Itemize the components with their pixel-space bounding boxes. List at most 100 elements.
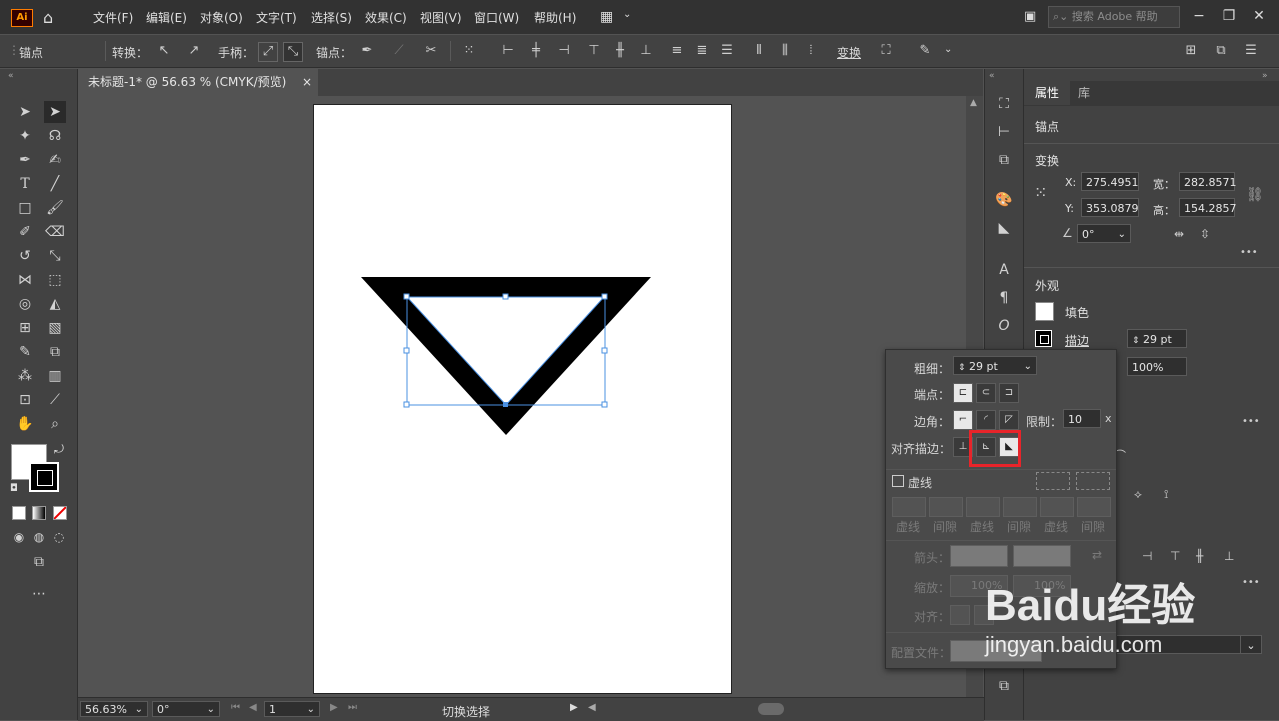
- rotate-view-field[interactable]: 0° ⌄: [152, 701, 220, 717]
- align-vcenter-icon[interactable]: ╫: [1196, 549, 1203, 563]
- highlight-box: [969, 430, 1021, 467]
- transform-panel-icon[interactable]: ⛶: [993, 93, 1015, 115]
- round-join-icon[interactable]: ◜: [976, 410, 996, 430]
- paragraph-panel-icon[interactable]: ¶: [993, 287, 1015, 309]
- chevron-down-icon[interactable]: ⌄: [307, 702, 315, 718]
- opentype-panel-icon[interactable]: O: [993, 315, 1015, 337]
- zoom-field[interactable]: 56.63% ⌄: [80, 701, 148, 717]
- next-page-icon[interactable]: ▶: [330, 702, 338, 713]
- rotate-field[interactable]: 0° ⌄: [1077, 224, 1131, 243]
- color-panel-icon[interactable]: 🎨: [993, 189, 1015, 211]
- stepper-icon[interactable]: ⇕: [958, 363, 966, 373]
- flip-horizontal-icon[interactable]: ⇹: [1174, 227, 1184, 241]
- weight-value: 29 pt: [969, 360, 998, 373]
- transform-section-title: 变换: [1035, 154, 1060, 168]
- handle-bottom-left: [403, 401, 410, 408]
- end-arrow-dropdown: [1013, 545, 1071, 567]
- handle-middle-right: [601, 347, 608, 354]
- gap-field: [929, 497, 963, 517]
- stroke-color-swatch[interactable]: [1035, 330, 1052, 347]
- cut-path-icon[interactable]: ⟟: [1164, 487, 1168, 502]
- butt-cap-icon[interactable]: ⊏: [953, 383, 973, 403]
- status-menu-icon[interactable]: ▶: [570, 702, 578, 713]
- x-label: X:: [1065, 176, 1077, 189]
- rotate-value: 0°: [1082, 228, 1095, 241]
- page-field[interactable]: 1 ⌄: [264, 701, 320, 717]
- watermark-brand: Baidu经验: [985, 581, 1196, 630]
- handle-top-center: [502, 293, 509, 300]
- x-field[interactable]: 275.4951: [1081, 172, 1139, 191]
- dash-align-icon[interactable]: [1076, 472, 1110, 490]
- stroke-weight-field[interactable]: ⇕ 29 pt: [1127, 329, 1187, 348]
- align-panel-icon[interactable]: ⊢: [993, 121, 1015, 143]
- height-field[interactable]: 154.2857: [1179, 198, 1237, 217]
- horizontal-scroll-thumb[interactable]: [758, 703, 784, 715]
- more-options-icon[interactable]: •••: [1242, 577, 1260, 588]
- more-options-icon[interactable]: •••: [1240, 247, 1258, 258]
- limit-unit: x: [1105, 412, 1112, 425]
- reference-point-icon[interactable]: ⁙: [1034, 183, 1047, 202]
- tab-properties[interactable]: 属性: [1024, 81, 1070, 105]
- divider: [886, 469, 1116, 470]
- fill-color-swatch[interactable]: [1035, 302, 1054, 321]
- y-field[interactable]: 353.0879: [1081, 198, 1139, 217]
- chevron-down-icon[interactable]: ⌄: [1024, 357, 1032, 376]
- swap-arrows-icon: ⇄: [1092, 548, 1103, 562]
- width-field[interactable]: 282.8571: [1179, 172, 1237, 191]
- weight-field[interactable]: ⇕ 29 pt ⌄: [953, 356, 1037, 375]
- more-options-icon[interactable]: •••: [1242, 416, 1260, 427]
- artboards-panel-icon[interactable]: ⧉: [993, 675, 1015, 697]
- appearance-section-title: 外观: [1035, 279, 1060, 293]
- gap-label: 间隙: [1007, 520, 1032, 534]
- collapse-icon[interactable]: «: [989, 71, 995, 81]
- scroll-left-icon[interactable]: ◀: [588, 702, 596, 713]
- gradient-panel-icon[interactable]: ◣: [993, 217, 1015, 239]
- scale-label: 缩放：: [914, 581, 951, 595]
- zoom-value: 56.63%: [85, 703, 127, 716]
- opacity-field[interactable]: 100%: [1127, 357, 1187, 376]
- tab-libraries[interactable]: 库: [1078, 81, 1090, 105]
- dash-field: [1040, 497, 1074, 517]
- handle-top-right: [601, 293, 608, 300]
- miter-join-icon[interactable]: ⌐: [953, 410, 973, 430]
- align-bottom-icon[interactable]: ⊥: [1224, 549, 1234, 563]
- limit-field[interactable]: 10: [1063, 409, 1101, 428]
- handle-bottom-right: [601, 401, 608, 408]
- limit-label: 限制：: [1026, 415, 1063, 429]
- first-page-icon[interactable]: ⏮: [231, 702, 240, 713]
- anchor-tool-icon[interactable]: ⟡: [1134, 487, 1142, 502]
- corner-label: 边角：: [914, 415, 951, 429]
- bevel-join-icon[interactable]: ◸: [999, 410, 1019, 430]
- profile-label: 配置文件：: [891, 646, 952, 660]
- flip-vertical-icon[interactable]: ⇳: [1200, 227, 1210, 241]
- chevron-down-icon[interactable]: ⌄: [1118, 225, 1126, 244]
- chevron-down-icon[interactable]: ⌄: [135, 702, 143, 718]
- pathfinder-icon[interactable]: ⧉: [993, 149, 1015, 171]
- dash-preserve-icon[interactable]: [1036, 472, 1070, 490]
- gap-field: [1077, 497, 1111, 517]
- prev-page-icon[interactable]: ◀: [249, 702, 257, 713]
- character-panel-icon[interactable]: A: [993, 259, 1015, 281]
- weight-label: 粗细：: [914, 362, 951, 376]
- stroke-link[interactable]: 描边: [1065, 332, 1089, 349]
- stroke-weight-value: 29 pt: [1143, 333, 1172, 346]
- arrow-align-label: 对齐：: [914, 610, 951, 624]
- rotate-view-value: 0°: [157, 703, 170, 716]
- y-label: Y:: [1065, 202, 1074, 215]
- align-top-icon[interactable]: ⊤: [1170, 549, 1180, 563]
- align-left-icon[interactable]: ⊣: [1142, 549, 1152, 563]
- chevron-down-icon[interactable]: ⌄: [1240, 635, 1262, 654]
- current-tool-label: 切换选择: [442, 705, 491, 719]
- anchor-point-selected[interactable]: [503, 402, 508, 407]
- chevron-down-icon[interactable]: ⌄: [207, 702, 215, 718]
- dash-label: 虚线: [896, 520, 921, 534]
- start-arrow-dropdown: [950, 545, 1008, 567]
- stepper-icon[interactable]: ⇕: [1132, 336, 1140, 346]
- dashed-checkbox[interactable]: [892, 475, 904, 487]
- last-page-icon[interactable]: ⏭: [348, 702, 357, 713]
- projecting-cap-icon[interactable]: ⊐: [999, 383, 1019, 403]
- constrain-link-icon[interactable]: ⛓: [1246, 187, 1264, 203]
- collapse-icon[interactable]: »: [1262, 71, 1268, 81]
- height-label: 高：: [1153, 204, 1175, 217]
- round-cap-icon[interactable]: ⊂: [976, 383, 996, 403]
